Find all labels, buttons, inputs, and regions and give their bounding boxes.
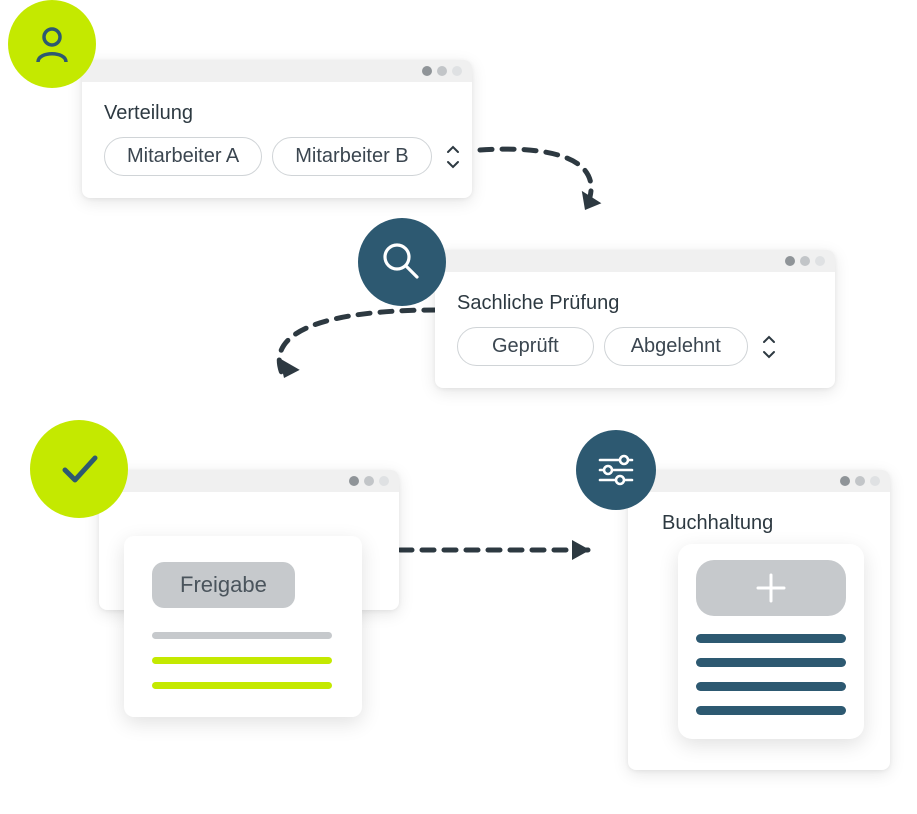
- stepper[interactable]: [446, 145, 460, 169]
- list-line: [696, 634, 846, 643]
- window-pruefung: Sachliche Prüfung Geprüft Abgelehnt: [435, 250, 835, 388]
- window-title: Buchhaltung: [662, 512, 868, 535]
- freigabe-button[interactable]: Freigabe: [152, 562, 295, 608]
- chevron-up-icon: [446, 145, 460, 155]
- check-icon: [53, 443, 105, 495]
- window-dot: [785, 256, 795, 266]
- window-dot: [815, 256, 825, 266]
- title-bar: [99, 470, 399, 492]
- sliders-icon: [594, 448, 638, 492]
- list-line: [696, 682, 846, 691]
- placeholder-line: [152, 682, 332, 689]
- placeholder-line: [152, 657, 332, 664]
- window-dot: [800, 256, 810, 266]
- title-bar: [628, 470, 890, 492]
- badge-search: [358, 218, 446, 306]
- title-bar: [435, 250, 835, 272]
- list-line: [696, 706, 846, 715]
- window-dot: [855, 476, 865, 486]
- chevron-down-icon: [762, 349, 776, 359]
- placeholder-line: [152, 632, 332, 639]
- chip-geprueft[interactable]: Geprüft: [457, 327, 594, 366]
- freigabe-card: Freigabe: [124, 536, 362, 717]
- window-dot: [364, 476, 374, 486]
- list-line: [696, 658, 846, 667]
- stepper[interactable]: [762, 335, 776, 359]
- user-icon: [30, 22, 74, 66]
- chevron-down-icon: [446, 159, 460, 169]
- plus-icon: [754, 571, 788, 605]
- window-dot: [840, 476, 850, 486]
- chip-mitarbeiter-b[interactable]: Mitarbeiter B: [272, 137, 431, 176]
- window-verteilung: Verteilung Mitarbeiter A Mitarbeiter B: [82, 60, 472, 198]
- badge-user: [8, 0, 96, 88]
- search-icon: [379, 239, 425, 285]
- title-bar: [82, 60, 472, 82]
- window-dot: [379, 476, 389, 486]
- chip-mitarbeiter-a[interactable]: Mitarbeiter A: [104, 137, 262, 176]
- window-dot: [349, 476, 359, 486]
- chip-abgelehnt[interactable]: Abgelehnt: [604, 327, 748, 366]
- window-buchhaltung: Buchhaltung: [628, 470, 890, 770]
- window-dot: [452, 66, 462, 76]
- add-button[interactable]: [696, 560, 846, 616]
- workflow-diagram: Verteilung Mitarbeiter A Mitarbeiter B S: [0, 0, 917, 814]
- chevron-up-icon: [762, 335, 776, 345]
- window-dot: [437, 66, 447, 76]
- window-title: Verteilung: [104, 102, 450, 125]
- window-title: Sachliche Prüfung: [457, 292, 813, 315]
- badge-sliders: [576, 430, 656, 510]
- window-dot: [422, 66, 432, 76]
- badge-check: [30, 420, 128, 518]
- window-dot: [870, 476, 880, 486]
